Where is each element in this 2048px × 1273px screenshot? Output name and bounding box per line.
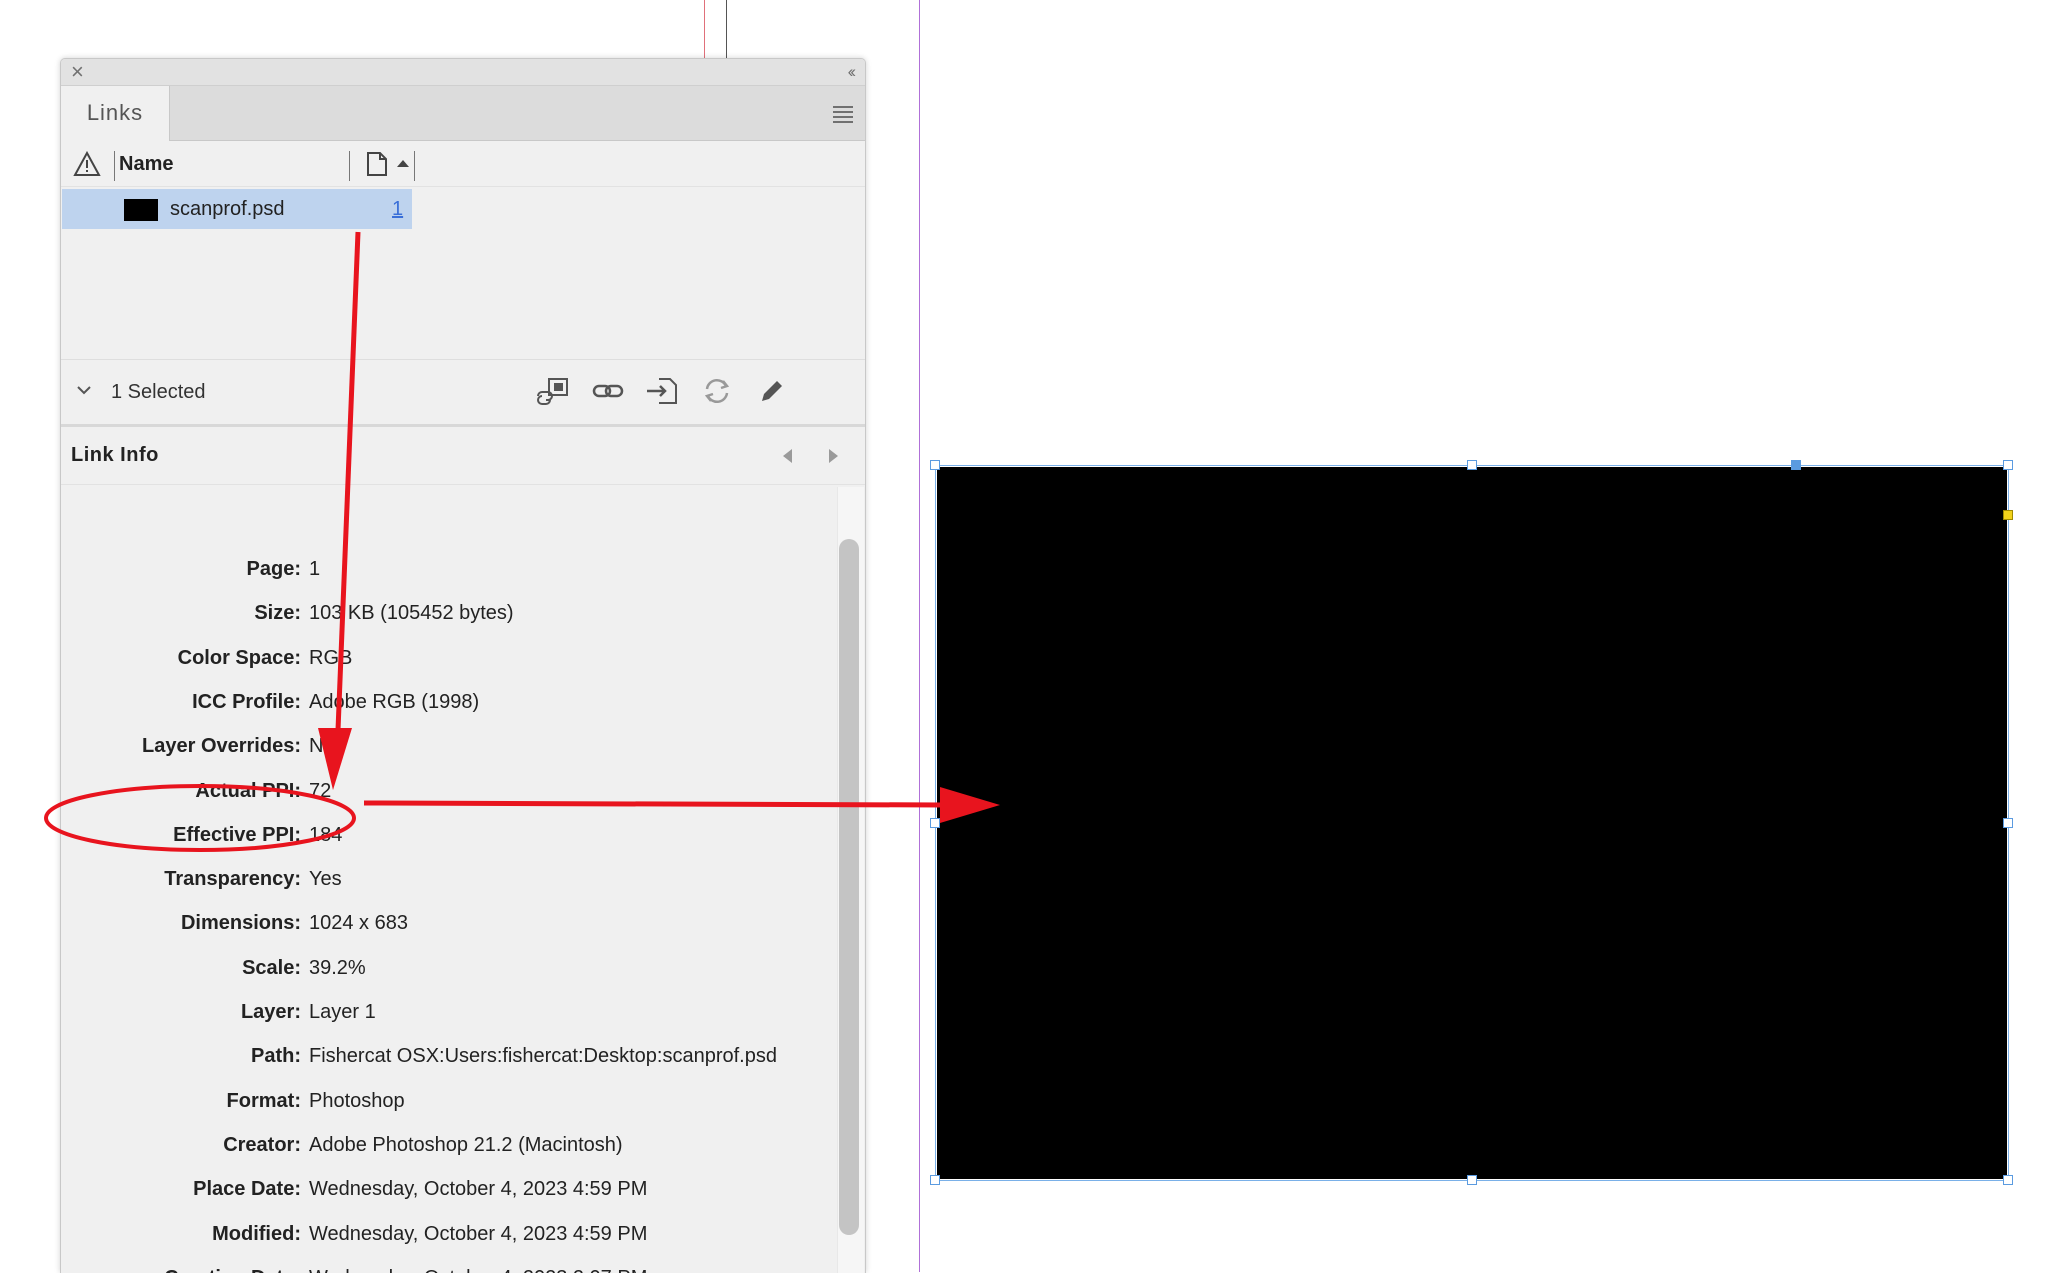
annotation-circle <box>44 784 356 852</box>
annotation-arrow-right <box>363 800 945 808</box>
annotation-arrowhead-right <box>940 787 1000 823</box>
annotation-arrow-down <box>335 231 361 731</box>
annotation-overlay <box>44 231 1000 852</box>
annotation-arrowhead-down <box>318 728 352 790</box>
